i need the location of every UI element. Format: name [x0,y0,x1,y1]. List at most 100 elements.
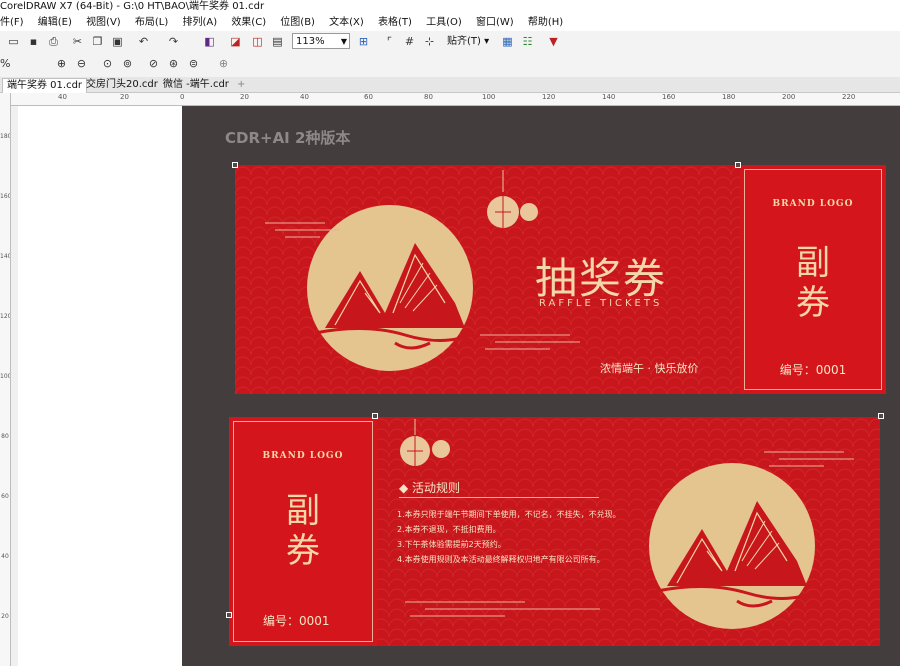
cloud-ornament-icon [480,334,580,350]
tab-jiaofang[interactable]: 交房门头20.cdr [82,78,162,92]
ticket-number-text: 编号：0001 [263,614,330,628]
cut-icon[interactable]: ✂ [70,34,85,49]
options-icon[interactable]: ☷ [520,34,535,49]
ruler-tick: 40 [300,93,309,101]
ruler-tick: 20 [1,613,9,620]
add-icon[interactable]: ⊕ [216,56,231,71]
menu-table[interactable]: 表格(T) [378,14,412,31]
menu-arrange[interactable]: 排列(A) [182,14,217,31]
menu-file[interactable]: 件(F) [0,14,24,31]
menu-tools[interactable]: 工具(O) [426,14,462,31]
zoom-height-icon[interactable]: ⊜ [186,56,201,71]
rules-title-text: 活动规则 [412,481,461,495]
version-caption[interactable]: CDR+AI 2种版本 [225,127,350,148]
ticket-title[interactable]: 抽奖券 [535,245,667,306]
ticket-stub[interactable]: BRAND LOGO 副 券 编号：0001 [740,165,886,394]
ruler-tick: 40 [1,553,9,560]
raffle-ticket-main[interactable]: 抽奖券 RAFFLE TICKETS 浓情端午 · 快乐放价 BRAND LOG… [235,165,886,394]
stub-label-text: 副 券 [286,491,320,571]
ruler-tick: 100 [482,93,496,101]
lantern-icon [487,170,538,228]
brand-logo-text: BRAND LOGO [262,451,344,461]
ruler-tick: 20 [120,93,129,101]
launch-icon[interactable]: ▼ [546,34,561,49]
ticket-number-text: 编号：0001 [779,363,847,377]
tab-duanwu-ticket[interactable]: 端午奖券 01.cdr [2,78,88,93]
ruler-tick: 120 [0,313,11,320]
app-launcher-icon[interactable]: ▤ [270,34,285,49]
rule-item: 1.本券只限于端午节期间下单使用，不记名，不挂失，不兑现。 [397,510,621,519]
horizontal-ruler: 40 20 0 20 40 60 80 100 120 140 160 180 … [10,93,900,106]
zoom-in-icon[interactable]: ⊕ [54,56,69,71]
ticket-subtitle[interactable]: RAFFLE TICKETS [539,298,662,309]
menu-effects[interactable]: 效果(C) [231,14,266,31]
stub-label-text: 副 券 [796,243,830,323]
version-caption-text: CDR+AI 2种版本 [225,129,351,147]
ruler-tick: 140 [0,253,11,260]
redo-icon[interactable]: ↷ [166,34,181,49]
zoom-out-icon[interactable]: ⊖ [74,56,89,71]
copy-icon[interactable]: ❐ [90,34,105,49]
menu-window[interactable]: 窗口(W) [476,14,514,31]
welcome-screen-icon[interactable]: ▦ [500,34,515,49]
ruler-tick: 60 [1,493,9,500]
paste-icon[interactable]: ▣ [110,34,125,49]
snap-to-dropdown[interactable]: 贴齐(T) ▾ [447,34,489,50]
lantern-icon [400,419,450,466]
raffle-ticket-rules[interactable]: BRAND LOGO 副 券 编号：0001 ◆ 活动规则 1.本券只限于端午节… [229,417,880,646]
selection-handle[interactable] [232,162,238,168]
ticket-title-text: 抽奖券 [535,254,668,303]
publish-pdf-icon[interactable]: ◫ [250,34,265,49]
menu-help[interactable]: 帮助(H) [528,14,563,31]
stub-label: 副 券 [229,491,377,571]
brand-logo: BRAND LOGO [229,451,377,461]
tab-label: 微信 -端午.cdr [163,79,229,90]
zoom-selected-icon[interactable]: ⊙ [100,56,115,71]
guidelines-icon[interactable]: ⊹ [422,34,437,49]
menu-view[interactable]: 视图(V) [86,14,121,31]
tab-weixin[interactable]: 微信 -端午.cdr [159,78,233,92]
ticket-subtitle-text: RAFFLE TICKETS [539,298,663,309]
import-icon[interactable]: ◧ [202,34,217,49]
ticket-slogan[interactable]: 浓情端午 · 快乐放价 [600,360,699,376]
save-icon[interactable]: ▪ [26,34,41,49]
ruler-tick: 40 [58,93,67,101]
zoom-all-icon[interactable]: ⊚ [120,56,135,71]
document-tabs: 端午奖券 01.cdr 交房门头20.cdr 微信 -端午.cdr + [0,77,900,93]
selection-handle[interactable] [226,612,232,618]
menu-bitmaps[interactable]: 位图(B) [280,14,315,31]
window-title-text: CorelDRAW X7 (64-Bit) - G:\0 HT\BAO\端午奖券… [0,1,265,12]
zoom-toolbar: % ⊕ ⊖ ⊙ ⊚ ⊘ ⊛ ⊜ ⊕ [0,53,900,78]
tab-label: 端午奖券 01.cdr [7,80,83,91]
tab-label: 交房门头20.cdr [86,79,158,90]
rules-list[interactable]: 1.本券只限于端午节期间下单使用，不记名，不挂失，不兑现。 2.本券不退现，不抵… [397,507,621,567]
selection-handle[interactable] [878,413,884,419]
rulers-icon[interactable]: ⌜ [382,34,397,49]
ticket-number: 编号：0001 [740,361,886,378]
ruler-tick: 20 [240,93,249,101]
ruler-tick: 160 [662,93,676,101]
menu-text[interactable]: 文本(X) [329,14,364,31]
ticket-slogan-text: 浓情端午 · 快乐放价 [600,362,699,375]
ruler-tick: 0 [180,93,185,101]
new-tab-icon[interactable]: + [233,78,249,92]
selection-handle[interactable] [735,162,741,168]
ticket-stub[interactable]: BRAND LOGO 副 券 编号：0001 [229,417,377,646]
menu-layout[interactable]: 布局(L) [135,14,168,31]
zoom-width-icon[interactable]: ⊛ [166,56,181,71]
grid-icon[interactable]: # [402,34,417,49]
zoom-page-icon[interactable]: ⊘ [146,56,161,71]
print-icon[interactable]: ⎙ [46,34,61,49]
export-icon[interactable]: ◪ [228,34,243,49]
zoom-level-select[interactable]: 113% ▼ [292,33,350,49]
ticket-number: 编号：0001 [263,612,330,629]
ruler-tick: 140 [602,93,616,101]
undo-icon[interactable]: ↶ [136,34,151,49]
rules-title[interactable]: ◆ 活动规则 [399,479,460,496]
selection-handle[interactable] [372,413,378,419]
full-screen-icon[interactable]: ⊞ [356,34,371,49]
open-icon[interactable]: ▭ [6,34,21,49]
zoom-percent-field[interactable]: % [0,56,24,71]
ruler-tick: 180 [0,133,11,140]
menu-edit[interactable]: 编辑(E) [38,14,72,31]
